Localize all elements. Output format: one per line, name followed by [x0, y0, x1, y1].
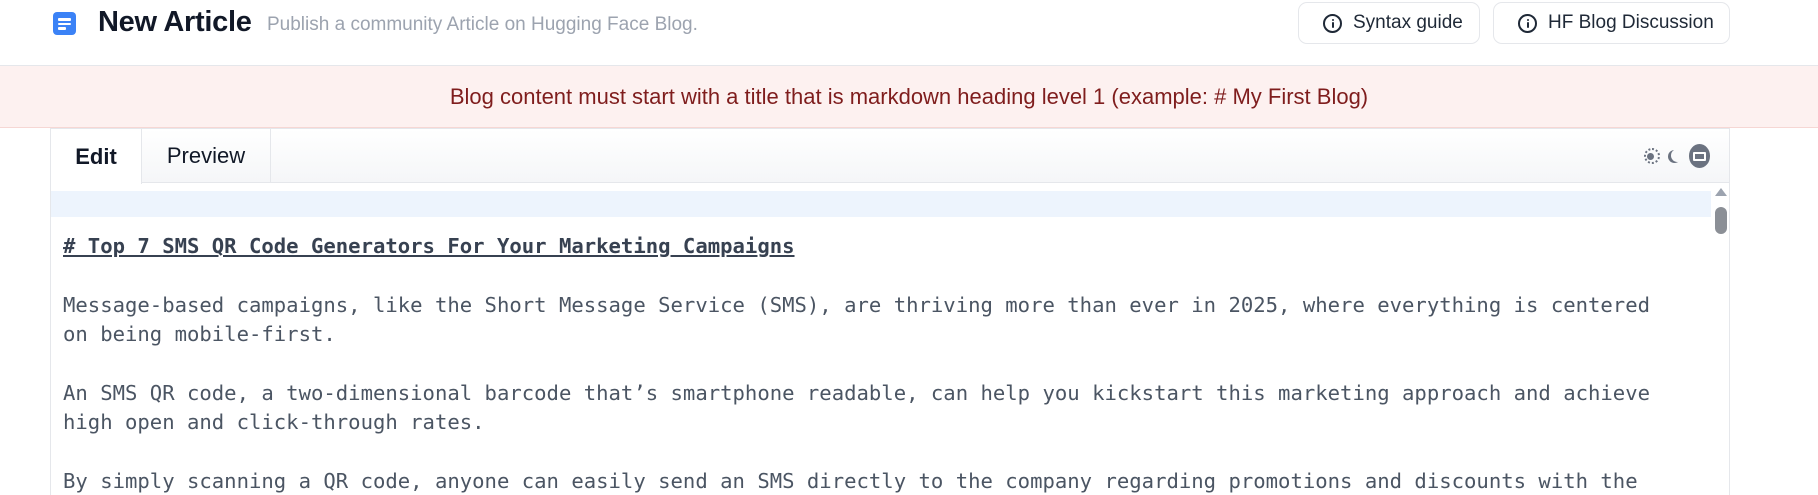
code-textarea[interactable]: # Top 7 SMS QR Code Generators For Your … — [51, 184, 1711, 495]
active-line-highlight — [51, 191, 1711, 217]
sun-icon[interactable] — [1640, 144, 1661, 168]
code-line: By simply scanning a QR code, anyone can… — [63, 469, 1638, 493]
tab-edit[interactable]: Edit — [51, 129, 142, 184]
scroll-up-arrow-icon[interactable] — [1715, 188, 1727, 196]
error-message: Blog content must start with a title tha… — [449, 83, 1369, 109]
vertical-scrollbar[interactable] — [1711, 184, 1729, 495]
page-subtitle: Publish a community Article on Hugging F… — [267, 14, 698, 35]
hf-blog-discussion-label: HF Blog Discussion — [1548, 12, 1714, 33]
system-theme-icon[interactable] — [1688, 144, 1710, 168]
code-line: Message-based campaigns, like the Short … — [63, 293, 1651, 317]
markdown-editor: Edit Preview # Top 7 SMS QR Code Generat… — [50, 128, 1730, 495]
scrollbar-thumb[interactable] — [1715, 207, 1727, 234]
editor-tabbar: Edit Preview — [51, 129, 1729, 184]
moon-icon[interactable] — [1664, 144, 1685, 168]
document-icon — [53, 12, 76, 35]
syntax-guide-label: Syntax guide — [1353, 12, 1463, 33]
syntax-guide-button[interactable]: Syntax guide — [1298, 2, 1480, 44]
page-header: New Article Publish a community Article … — [0, 0, 1818, 66]
code-line: An SMS QR code, a two-dimensional barcod… — [63, 381, 1651, 405]
code-line: high open and click-through rates. — [63, 410, 485, 434]
code-line-heading: # Top 7 SMS QR Code Generators For Your … — [63, 234, 795, 258]
theme-toggle[interactable] — [1640, 141, 1710, 171]
info-icon — [1518, 13, 1537, 33]
info-icon — [1323, 13, 1342, 33]
hf-blog-discussion-button[interactable]: HF Blog Discussion — [1493, 2, 1730, 44]
page-title: New Article — [98, 6, 252, 38]
tab-preview[interactable]: Preview — [142, 129, 271, 183]
code-line: on being mobile-first. — [63, 322, 336, 346]
error-banner: Blog content must start with a title tha… — [0, 66, 1818, 128]
